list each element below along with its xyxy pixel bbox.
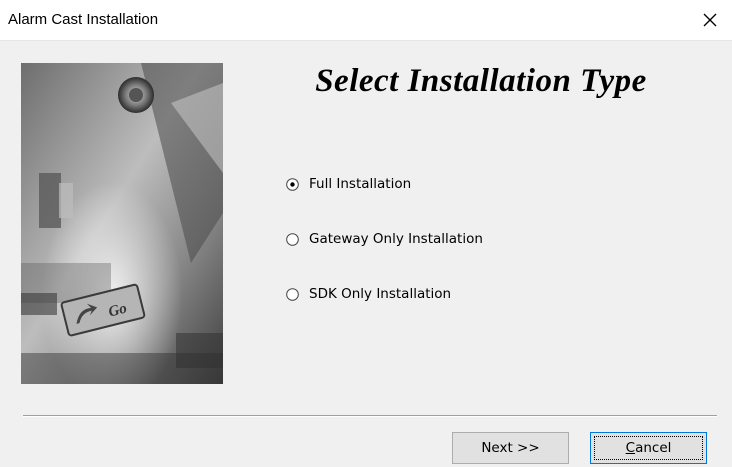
option-sdk-only[interactable]: SDK Only Installation — [286, 284, 483, 304]
option-label: Full Installation — [309, 176, 412, 192]
option-gateway-only[interactable]: Gateway Only Installation — [286, 229, 483, 249]
option-label: SDK Only Installation — [309, 286, 452, 302]
divider — [23, 415, 717, 417]
window-title: Alarm Cast Installation — [8, 11, 159, 28]
focus-rectangle — [594, 436, 703, 460]
page-title: Select Installation Type — [315, 63, 647, 99]
radio-unselected-icon[interactable] — [286, 232, 299, 246]
radio-selected-icon[interactable] — [286, 177, 299, 191]
close-button[interactable] — [688, 0, 732, 40]
next-button-label: Next >> — [481, 440, 540, 456]
next-button[interactable]: Next >> — [452, 432, 569, 464]
radio-unselected-icon[interactable] — [286, 287, 299, 301]
title-bar: Alarm Cast Installation — [0, 0, 732, 41]
option-full-installation[interactable]: Full Installation — [286, 174, 483, 194]
installer-banner-image: Go — [21, 63, 223, 384]
cancel-button[interactable]: Cancel — [590, 432, 707, 464]
dialog-body: Go Select Installation Type Full Install… — [0, 41, 732, 467]
close-icon — [703, 13, 717, 27]
installation-type-group: Full Installation Gateway Only Installat… — [286, 174, 483, 339]
option-label: Gateway Only Installation — [309, 231, 483, 247]
